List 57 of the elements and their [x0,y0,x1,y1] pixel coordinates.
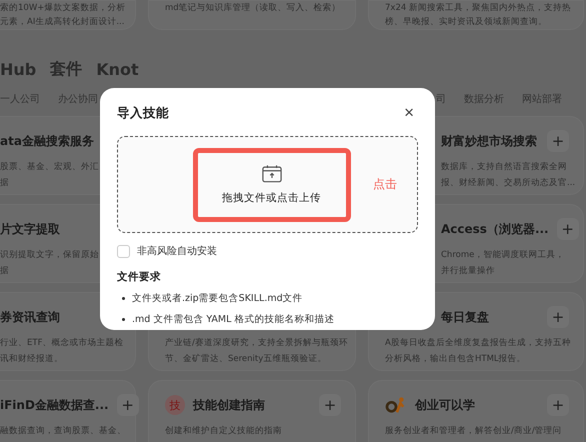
bullet-icon [122,297,125,300]
card-title: 创业可以学 [415,396,475,414]
card-description: A股每日收盘后全维度复盘报告生成，支持五种 [385,336,571,350]
checkbox-label: 非高风险自动安装 [137,244,217,258]
add-button[interactable]: + [547,306,569,328]
card-description: 识别提取文字，保留原始 [0,248,99,262]
skill-icon: 技 [165,395,185,415]
card-title: ata金融搜索服务 [0,132,94,150]
section-tab[interactable]: 套件 [50,58,82,80]
skill-card[interactable]: 技 技能创建指南 + 创建和维护自定义技能的指南 [148,380,356,442]
card-title: Access（浏览器... [440,220,549,238]
add-button[interactable]: + [116,394,139,416]
card-title: 财富妙想市场搜索 [440,132,537,150]
skill-card[interactable]: iFinD金融数据查... + 融数据查询，查询股票、基金、 [0,380,136,442]
card-description: 股票、基金、宏观、外汇 [0,160,99,174]
bullet-icon [122,318,125,321]
card-description: 并行批量操作 [441,265,495,278]
card-title: 片文字提取 [0,220,60,238]
checkbox[interactable] [117,244,130,258]
card-description: 元素，AI生成高转化封面设计... [0,16,124,29]
card-description: 节、金矿雷达、Serenity五维瓶颈验证。 [165,352,326,366]
annotation-label: 点击 [373,176,397,193]
card-description: 据 [0,265,9,278]
card-description: 数据库，支持自然语言搜索全网 [441,160,567,174]
add-button[interactable]: + [556,218,579,240]
card-title: 券资讯查询 [0,308,60,326]
dialog-title: 导入技能 [117,104,169,122]
card-description: 报、财经新闻、交易所动态及官... [441,176,576,190]
upload-label: 拖拽文件或点击上传 [222,191,321,205]
card-description: 7x24 新闻搜索工具，聚焦国内外热点，支持热 [385,2,571,15]
card-description: 据 [0,177,9,190]
card-description: md笔记与知识库管理（读取、写入、检索） [165,2,341,15]
card-title: iFinD金融数据查... [0,396,109,414]
card-description: 榜、早晚报、实时资讯及领域新闻查询。 [385,16,547,29]
card-description: 索的10W+爆款文案数据，分析 [0,2,126,15]
card-title: 每日复盘 [440,308,489,326]
upload-icon [262,164,282,183]
card-title: 技能创建指南 [193,396,265,414]
card-description: 分析风格，输出自包含HTML报告。 [385,353,526,366]
card-description: 融数据查询，查询股票、基金、 [0,425,126,438]
card-description: 服务创业者和管理者，解答创业/商业/管理问 [385,425,562,438]
add-button[interactable]: + [319,394,341,416]
requirements-heading: 文件要求 [117,270,162,284]
section-tab[interactable]: Knot [96,60,139,78]
add-button[interactable]: + [547,394,569,416]
card-description: 行业、ETF、概念或市场主题检 [0,336,124,350]
add-button[interactable]: + [547,130,569,152]
skill-card[interactable]: 创业可以学 + 服务创业者和管理者，解答创业/商业/管理问 [368,380,584,442]
upload-dropzone[interactable]: 拖拽文件或点击上传 点击 [117,136,418,233]
skill-card[interactable]: 7x24 新闻搜索工具，聚焦国内外热点，支持热 榜、早晚报、实时资讯及领域新闻查询。 [368,0,584,30]
card-description: 产业链/赛道深度研究，支持全景拆解与瓶颈环 [165,336,348,350]
skill-card[interactable]: md笔记与知识库管理（读取、写入、检索） [148,0,356,30]
section-tab[interactable]: Hub [0,60,36,78]
card-description: Chrome，智能调度联网工具， [441,248,564,262]
card-description: 讯和财经报道。 [0,353,63,366]
skill-card[interactable]: 索的10W+爆款文案数据，分析 元素，AI生成高转化封面设计... [0,0,136,30]
card-description: 创建和维护自定义技能的指南 [165,424,282,438]
